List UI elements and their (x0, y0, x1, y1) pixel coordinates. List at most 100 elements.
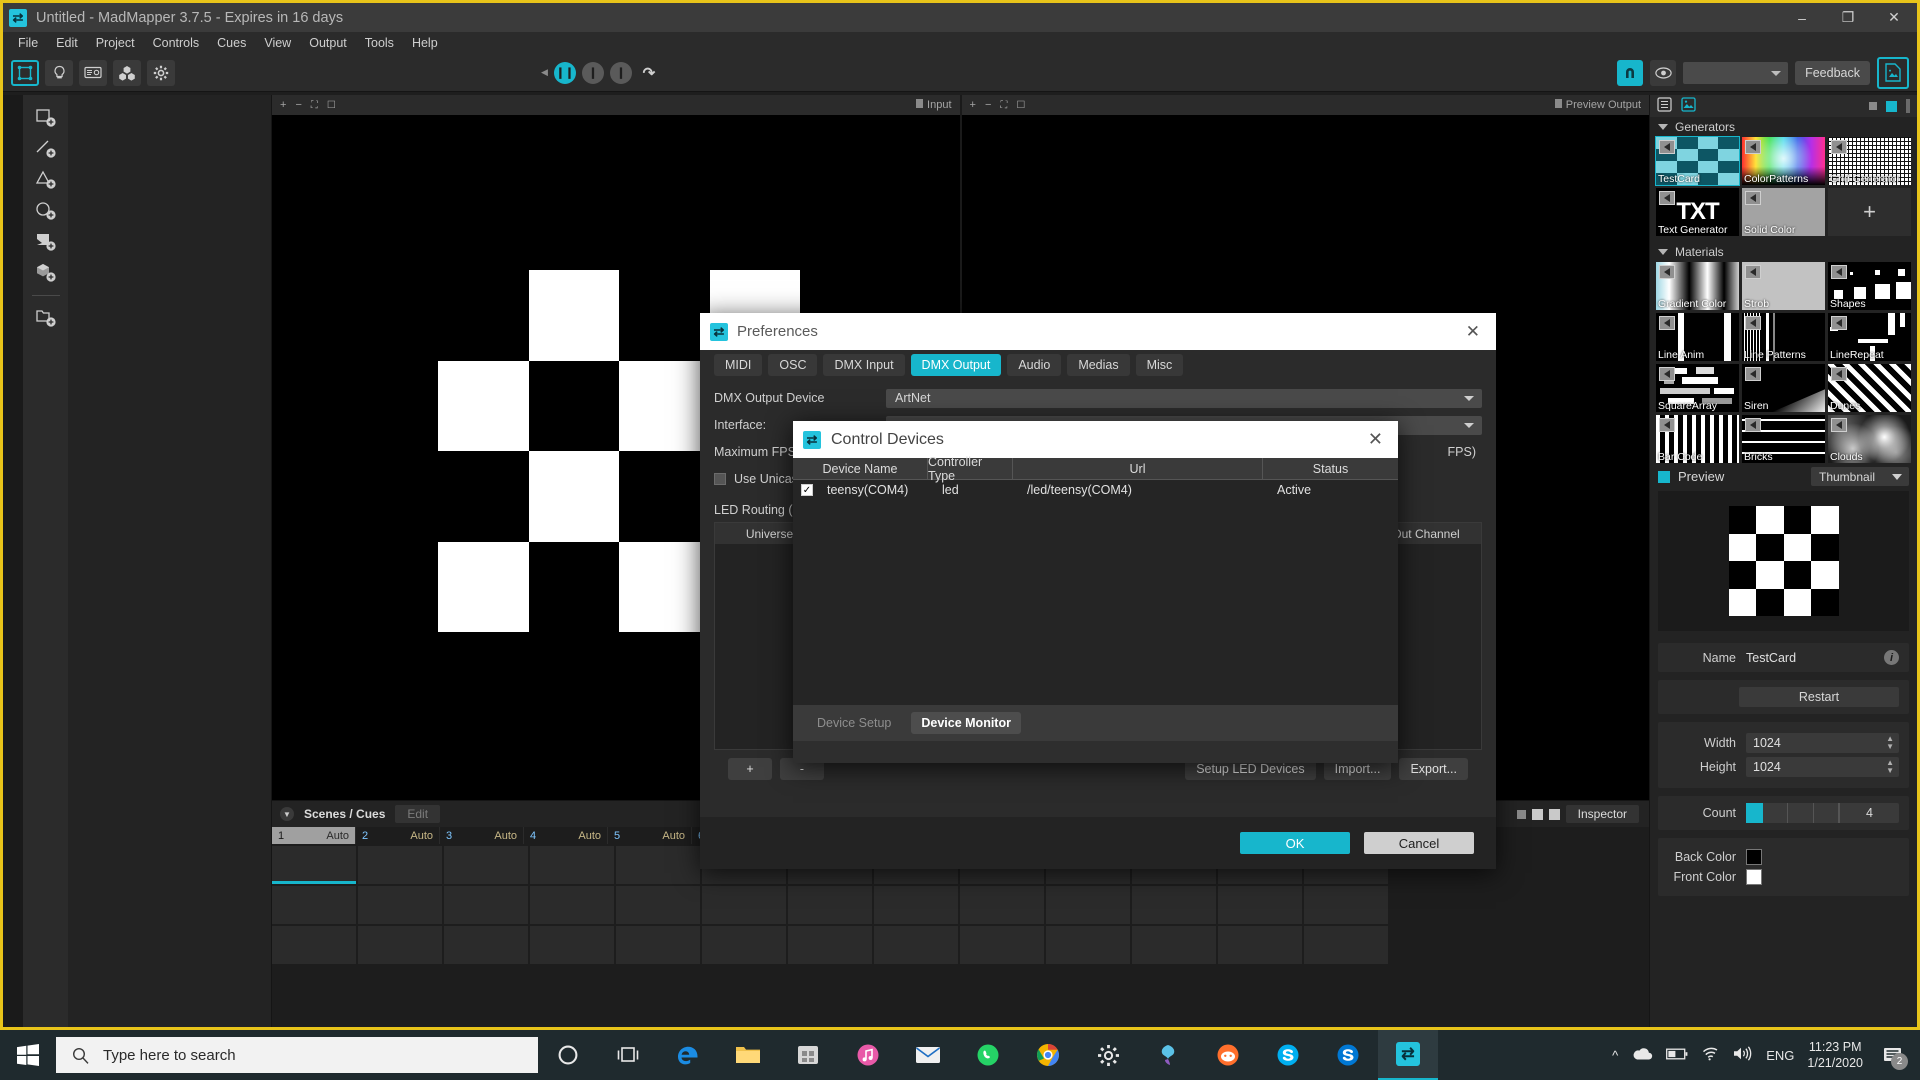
add-circle-icon[interactable] (31, 198, 61, 224)
actual-size-icon[interactable]: ☐ (327, 100, 336, 111)
add-mask-icon[interactable] (31, 229, 61, 255)
add-route-button[interactable]: + (728, 758, 772, 780)
material-dunes[interactable]: Dunes (1828, 364, 1911, 412)
cue-cell[interactable] (616, 886, 700, 924)
use-unicast-checkbox[interactable] (714, 473, 726, 485)
cue-cell[interactable] (874, 886, 958, 924)
preview-play-icon[interactable] (1745, 265, 1761, 279)
cue-cell[interactable] (1218, 926, 1302, 964)
cue-cell[interactable] (530, 846, 614, 884)
output-zoom-in-icon[interactable]: + (970, 99, 976, 111)
col-device-name[interactable]: Device Name (793, 458, 928, 480)
material-bricks[interactable]: Bricks (1742, 415, 1825, 463)
ok-button[interactable]: OK (1240, 832, 1350, 854)
fit-icon[interactable]: ⛶ (311, 100, 318, 111)
material-gradient-color[interactable]: Gradient Color (1656, 262, 1739, 310)
loop-icon[interactable]: ↷ (638, 62, 660, 84)
paint3d-icon[interactable] (1138, 1030, 1198, 1080)
add-3d-object-icon[interactable] (31, 260, 61, 286)
skype2-icon[interactable] (1318, 1030, 1378, 1080)
cue-cell[interactable] (358, 846, 442, 884)
edge-icon[interactable] (658, 1030, 718, 1080)
preview-play-icon[interactable] (1659, 140, 1675, 154)
itunes-icon[interactable] (838, 1030, 898, 1080)
output-fit-icon[interactable]: ⛶ (1000, 100, 1007, 111)
settings-icon[interactable] (1078, 1030, 1138, 1080)
preferences-tab-medias[interactable]: Medias (1067, 354, 1130, 376)
cue-cell[interactable] (530, 926, 614, 964)
preferences-close-icon[interactable]: ✕ (1460, 322, 1486, 342)
add-triangle-icon[interactable] (31, 167, 61, 193)
material-line-patterns[interactable]: Line Patterns (1742, 313, 1825, 361)
cue-cell[interactable] (702, 926, 786, 964)
cue-cell[interactable] (1046, 886, 1130, 924)
cue-cell[interactable] (788, 886, 872, 924)
back-color-swatch[interactable] (1746, 849, 1762, 865)
library-list-icon[interactable] (1657, 97, 1672, 115)
clock[interactable]: 11:23 PM 1/21/2020 (1807, 1039, 1863, 1071)
cue-cell[interactable] (960, 926, 1044, 964)
preferences-tab-osc[interactable]: OSC (768, 354, 818, 376)
material-shapes[interactable]: Shapes (1828, 262, 1911, 310)
generator-text-generator[interactable]: TXT Text Generator (1656, 188, 1739, 236)
width-stepper[interactable]: ▲ ▼ (1886, 735, 1894, 751)
material-clouds[interactable]: Clouds (1828, 415, 1911, 463)
add-group-icon[interactable] (31, 305, 61, 331)
material-siren[interactable]: Siren (1742, 364, 1825, 412)
cue-cell[interactable] (1132, 886, 1216, 924)
cue-cell[interactable] (616, 846, 700, 884)
preview-play-icon[interactable] (1831, 265, 1847, 279)
preview-play-icon[interactable] (1831, 140, 1847, 154)
fixtures-tool-button[interactable] (45, 59, 73, 86)
task-view-icon[interactable] (598, 1030, 658, 1080)
dmx-output-device-select[interactable]: ArtNet (886, 388, 1482, 408)
generator-colorpatterns[interactable]: ColorPatterns (1742, 137, 1825, 185)
col-controller-type[interactable]: Controller Type (928, 455, 1013, 483)
surfaces-tool-button[interactable] (11, 59, 39, 86)
cue-cell[interactable] (960, 886, 1044, 924)
store-icon[interactable] (778, 1030, 838, 1080)
minimize-button[interactable]: – (1779, 3, 1825, 32)
cue-cell[interactable] (616, 926, 700, 964)
col-status[interactable]: Status (1263, 458, 1398, 480)
preview-play-icon[interactable] (1659, 367, 1675, 381)
media-file-icon[interactable] (1877, 56, 1909, 89)
preferences-tab-dmx-output[interactable]: DMX Output (910, 354, 1002, 376)
cue-cell[interactable] (1304, 886, 1388, 924)
show-hidden-icons-chevron[interactable]: ^ (1612, 1048, 1618, 1063)
cue-cell[interactable] (788, 926, 872, 964)
scenes-edit-button[interactable]: Edit (395, 805, 441, 823)
output-select-dropdown[interactable] (1683, 61, 1789, 84)
output-zoom-out-icon[interactable]: − (985, 99, 991, 111)
col-url[interactable]: Url (1013, 458, 1263, 480)
export-button[interactable]: Export... (1399, 758, 1468, 780)
preview-play-icon[interactable] (1745, 191, 1761, 205)
cue-cell[interactable] (1304, 926, 1388, 964)
mail-icon[interactable] (898, 1030, 958, 1080)
material-linerepeat[interactable]: LineRepeat (1828, 313, 1911, 361)
cue-cell[interactable] (272, 886, 356, 924)
onedrive-icon[interactable] (1631, 1047, 1653, 1064)
cue-cell[interactable] (530, 886, 614, 924)
cue-cell[interactable] (444, 886, 528, 924)
start-button[interactable] (0, 1030, 56, 1080)
preferences-tab-misc[interactable]: Misc (1135, 354, 1184, 376)
cue-cell[interactable] (272, 846, 356, 884)
scene-view-alt-icon[interactable] (1548, 808, 1560, 820)
zoom-out-icon[interactable]: − (295, 99, 301, 111)
restart-button[interactable]: Restart (1739, 687, 1899, 707)
preview-mode-dropdown[interactable]: Thumbnail (1811, 467, 1909, 486)
menu-item-view[interactable]: View (255, 34, 300, 52)
panel-small-view-icon[interactable] (1869, 102, 1877, 110)
cue-cell[interactable] (358, 886, 442, 924)
step-forward-button[interactable]: ❙ (609, 61, 632, 84)
panel-scroll-handle[interactable] (1906, 99, 1910, 113)
cue-cell[interactable] (1046, 926, 1130, 964)
output-actual-size-icon[interactable]: ☐ (1016, 100, 1025, 111)
scene-view-list-icon[interactable] (1516, 809, 1526, 819)
material-strob[interactable]: Strob (1742, 262, 1825, 310)
height-input[interactable]: 1024 ▲ ▼ (1746, 757, 1899, 777)
preview-play-icon[interactable] (1745, 316, 1761, 330)
menu-item-file[interactable]: File (9, 34, 47, 52)
wifi-icon[interactable] (1701, 1046, 1720, 1064)
